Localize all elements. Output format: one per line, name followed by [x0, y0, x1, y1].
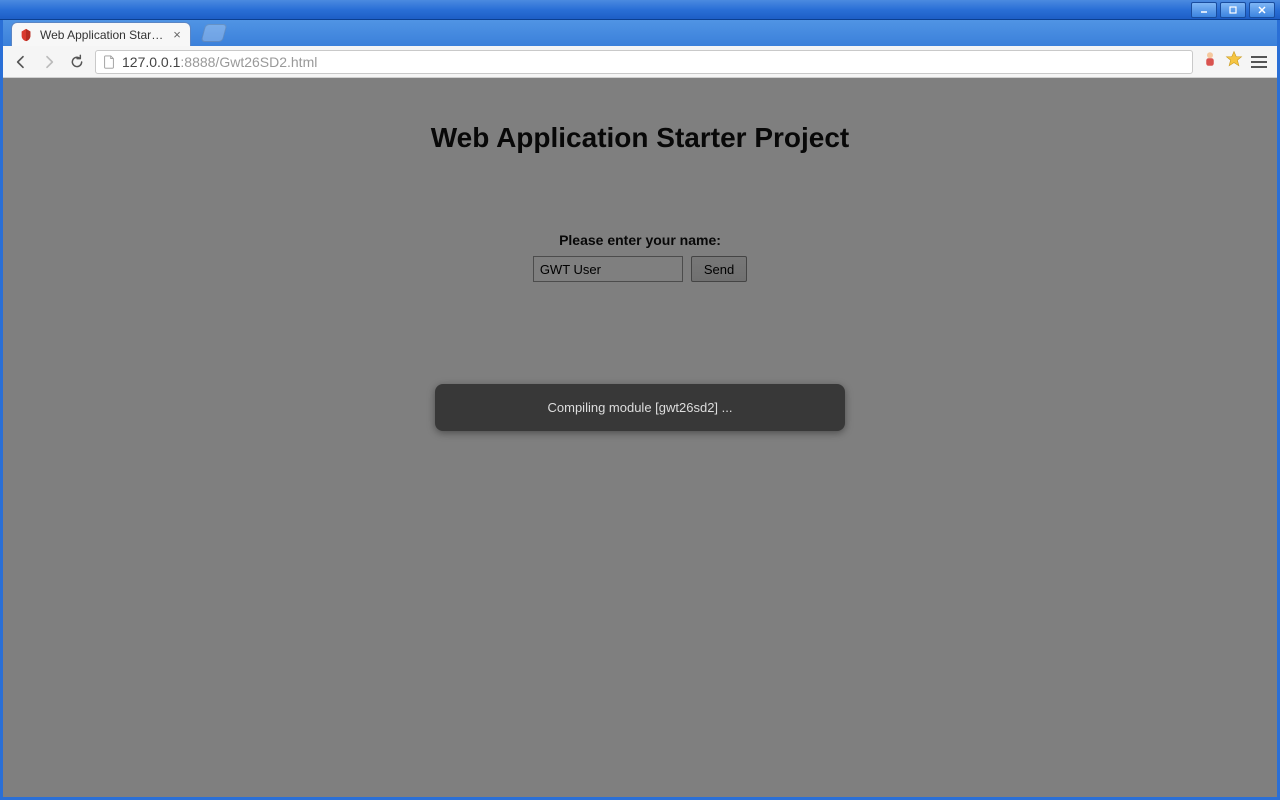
window-titlebar: [0, 0, 1280, 20]
favicon-icon: [18, 27, 34, 43]
back-button[interactable]: [11, 52, 31, 72]
loading-overlay: Compiling module [gwt26sd2] ...: [3, 78, 1277, 797]
tab-strip: Web Application Starter Proj ×: [3, 20, 1277, 46]
toolbar-actions: [1201, 50, 1269, 73]
browser-tab[interactable]: Web Application Starter Proj ×: [11, 22, 191, 46]
tab-close-button[interactable]: ×: [170, 28, 184, 42]
page-icon: [102, 55, 116, 69]
reload-button[interactable]: [67, 52, 87, 72]
url-host: 127.0.0.1: [122, 54, 180, 70]
browser-window: Web Application Starter Proj × 127.0.0.1…: [0, 20, 1280, 800]
window-controls: [1186, 0, 1280, 19]
new-tab-button[interactable]: [201, 24, 228, 42]
window-close-button[interactable]: [1249, 2, 1275, 18]
forward-button[interactable]: [39, 52, 59, 72]
menu-button[interactable]: [1249, 52, 1269, 72]
url-path: :8888/Gwt26SD2.html: [180, 54, 317, 70]
address-bar[interactable]: 127.0.0.1:8888/Gwt26SD2.html: [95, 50, 1193, 74]
viewport: Web Application Starter Project Please e…: [3, 78, 1277, 797]
status-toast: Compiling module [gwt26sd2] ...: [435, 384, 845, 431]
bookmark-star-icon[interactable]: [1225, 50, 1243, 73]
window-minimize-button[interactable]: [1191, 2, 1217, 18]
browser-toolbar: 127.0.0.1:8888/Gwt26SD2.html: [3, 46, 1277, 78]
status-message: Compiling module [gwt26sd2] ...: [548, 400, 733, 415]
window-maximize-button[interactable]: [1220, 2, 1246, 18]
profile-icon[interactable]: [1201, 50, 1219, 73]
tab-title: Web Application Starter Proj: [40, 28, 166, 42]
